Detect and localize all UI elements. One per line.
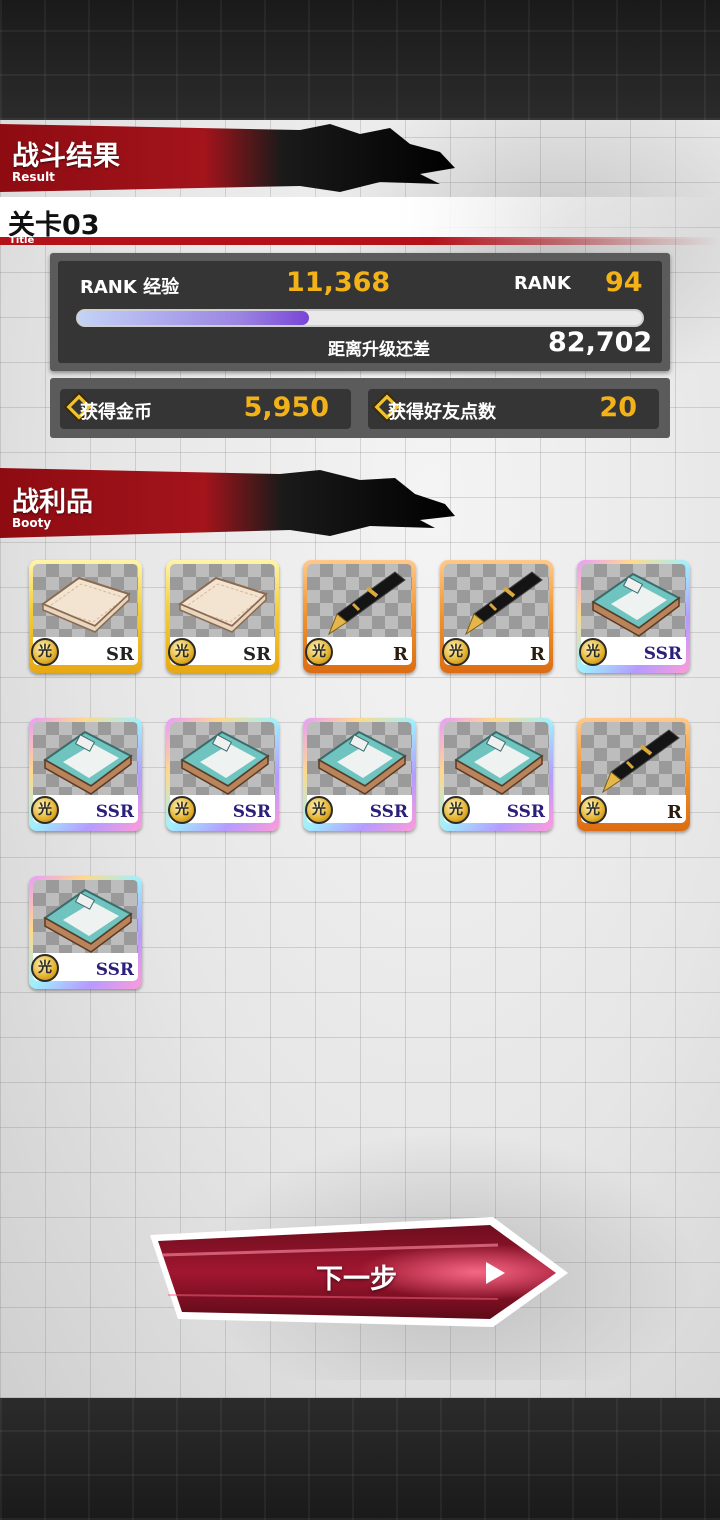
notebook-icon: [170, 564, 275, 637]
result-banner: 战斗结果 Result: [0, 122, 460, 194]
next-step-button[interactable]: 下一步: [148, 1215, 572, 1330]
light-element-icon: 光: [579, 796, 607, 824]
booty-item-card[interactable]: 光R: [577, 718, 690, 831]
booty-item-card[interactable]: 光 SSR: [29, 718, 142, 831]
light-element-icon: 光: [579, 638, 607, 666]
stage-title-strip: 关卡03 Title: [0, 197, 720, 247]
booty-item-card[interactable]: 光 SR: [166, 560, 279, 673]
result-title: 战斗结果: [12, 141, 120, 172]
gold-value: 5,950: [243, 392, 329, 423]
light-element-icon: 光: [442, 796, 470, 824]
stage-label: Title: [9, 235, 35, 246]
bottom-frame-bar: [0, 1398, 720, 1520]
book-icon: [307, 722, 412, 795]
rarity-label: SSR: [95, 960, 134, 980]
notebook-icon: [33, 564, 138, 637]
booty-item-card[interactable]: 光 SR: [29, 560, 142, 673]
light-element-icon: 光: [305, 638, 333, 666]
rarity-label: SR: [243, 644, 271, 665]
remaining-exp-value: 82,702: [548, 327, 653, 358]
rank-label: RANK: [514, 273, 571, 294]
book-icon: [581, 564, 686, 637]
rewards-panel: 获得金币 5,950 获得好友点数 20: [50, 378, 670, 438]
rank-progress-bar: [76, 309, 644, 327]
booty-item-card[interactable]: 光R: [440, 560, 553, 673]
pen-icon: [307, 564, 412, 637]
rarity-label: SSR: [95, 802, 134, 822]
book-icon: [33, 880, 138, 953]
play-arrow-icon: [486, 1262, 505, 1284]
friend-points-value: 20: [599, 392, 637, 423]
top-frame-bar: [0, 0, 720, 120]
booty-subtitle: Booty: [12, 516, 52, 530]
booty-item-card[interactable]: 光R: [303, 560, 416, 673]
rarity-label: R: [667, 802, 682, 823]
light-element-icon: 光: [305, 796, 333, 824]
rank-exp-value: 11,368: [286, 267, 391, 298]
gold-reward: 获得金币 5,950: [60, 389, 351, 429]
rank-value: 94: [605, 267, 643, 298]
light-element-icon: 光: [442, 638, 470, 666]
booty-banner: 战利品 Booty: [0, 468, 460, 540]
book-icon: [170, 722, 275, 795]
booty-item-card[interactable]: 光 SSR: [440, 718, 553, 831]
next-step-label: 下一步: [316, 1264, 397, 1295]
booty-item-card[interactable]: 光 SSR: [303, 718, 416, 831]
rank-panel: RANK 经验 11,368 RANK 94 距离升级还差 82,702: [50, 253, 670, 371]
rank-progress-fill: [78, 311, 310, 325]
friend-points-reward: 获得好友点数 20: [368, 389, 659, 429]
rarity-label: SSR: [506, 802, 545, 822]
rarity-label: SSR: [643, 644, 682, 664]
rarity-label: SSR: [232, 802, 271, 822]
gold-label: 获得金币: [80, 402, 152, 423]
light-element-icon: 光: [31, 638, 59, 666]
rarity-label: R: [530, 644, 545, 665]
booty-item-card[interactable]: 光 SSR: [577, 560, 690, 673]
book-icon: [33, 722, 138, 795]
booty-item-card[interactable]: 光 SSR: [29, 876, 142, 989]
pen-icon: [444, 564, 549, 637]
book-icon: [444, 722, 549, 795]
friend-points-label: 获得好友点数: [388, 402, 496, 423]
result-subtitle: Result: [12, 170, 55, 184]
light-element-icon: 光: [168, 796, 196, 824]
light-element-icon: 光: [31, 796, 59, 824]
light-element-icon: 光: [31, 954, 59, 982]
pen-icon: [581, 722, 686, 795]
remaining-exp-label: 距离升级还差: [328, 340, 430, 360]
rarity-label: SR: [106, 644, 134, 665]
light-element-icon: 光: [168, 638, 196, 666]
rank-exp-label: RANK 经验: [80, 277, 180, 298]
booty-item-card[interactable]: 光 SSR: [166, 718, 279, 831]
booty-title: 战利品: [12, 487, 93, 518]
rarity-label: SSR: [369, 802, 408, 822]
rarity-label: R: [393, 644, 408, 665]
